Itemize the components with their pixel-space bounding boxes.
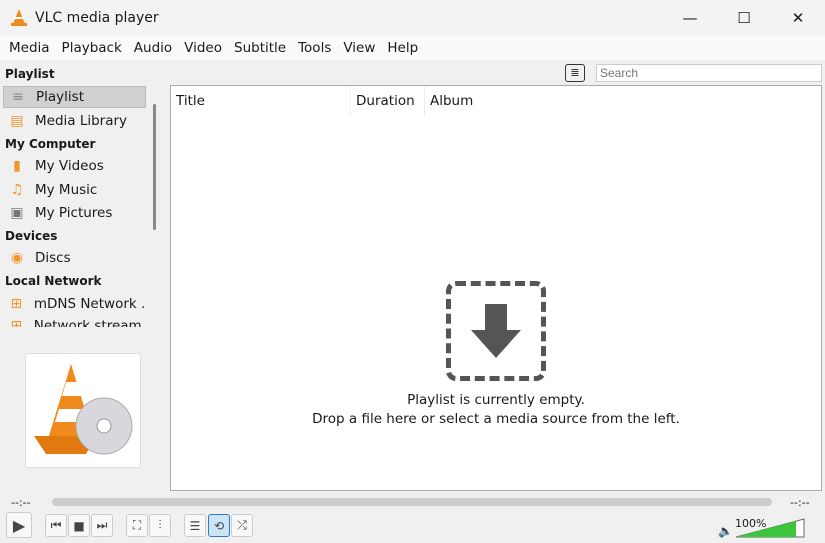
section-devices: Devices [5, 229, 57, 243]
column-duration[interactable]: Duration [351, 86, 425, 116]
sidebar-item-label: Network stream... [34, 318, 146, 327]
sidebar-scrollbar[interactable] [153, 104, 156, 230]
sidebar-clip: ⊞ Network stream... [0, 315, 150, 327]
section-my-computer: My Computer [5, 137, 95, 151]
album-art [25, 353, 141, 468]
sidebar-item-my-videos[interactable]: ▮ My Videos [3, 155, 146, 177]
vlc-logo-icon [11, 9, 27, 27]
volume-slider[interactable] [736, 518, 806, 538]
elapsed-time: --:-- [11, 496, 31, 509]
fullscreen-button[interactable]: ⛶ [126, 514, 148, 537]
seek-bar[interactable] [52, 498, 772, 506]
toggle-playlist-button[interactable]: ☰ [184, 514, 206, 537]
menu-video[interactable]: Video [178, 40, 228, 56]
drop-icon [446, 281, 546, 381]
sidebar-item-my-music[interactable]: ♫ My Music [3, 179, 146, 201]
stop-button[interactable]: ■ [68, 514, 90, 537]
music-icon: ♫ [8, 182, 26, 198]
title-bar: VLC media player — ☐ ✕ [0, 0, 825, 36]
shuffle-button[interactable]: ⤮ [231, 514, 253, 537]
video-icon: ▮ [8, 158, 26, 174]
maximize-button[interactable]: ☐ [717, 0, 771, 36]
sidebar-item-label: Discs [35, 250, 71, 266]
vlc-cone-disc-icon [26, 354, 142, 469]
media-library-icon: ▤ [8, 113, 26, 129]
extended-settings-button[interactable]: ⫶ [149, 514, 171, 537]
network-icon: ⊞ [8, 318, 25, 327]
sidebar-item-media-library[interactable]: ▤ Media Library [3, 110, 146, 132]
sidebar-item-label: Playlist [36, 89, 84, 105]
section-playlist: Playlist [5, 67, 55, 81]
play-button[interactable]: ▶ [6, 512, 32, 538]
sidebar-item-mdns[interactable]: ⊞ mDNS Network ... [3, 293, 146, 315]
sidebar-item-label: mDNS Network ... [34, 296, 146, 312]
sidebar-item-label: My Music [35, 182, 97, 198]
column-title[interactable]: Title [171, 86, 351, 116]
menu-tools[interactable]: Tools [292, 40, 337, 56]
previous-button[interactable]: ⏮ [45, 514, 67, 537]
loop-button[interactable]: ⟲ [208, 514, 230, 537]
minimize-button[interactable]: — [663, 0, 717, 36]
search-input[interactable] [596, 64, 822, 82]
next-button[interactable]: ⏭ [91, 514, 113, 537]
menu-view[interactable]: View [337, 40, 381, 56]
disc-icon: ◉ [8, 250, 26, 266]
empty-state: Playlist is currently empty. Drop a file… [171, 281, 821, 429]
sidebar-item-my-pictures[interactable]: ▣ My Pictures [3, 202, 146, 224]
speaker-icon[interactable]: 🔈 [718, 524, 733, 538]
playlist-view-button[interactable]: ≣ [565, 64, 585, 82]
sidebar-item-label: Media Library [35, 113, 127, 129]
sidebar-item-playlist[interactable]: ≡ Playlist [3, 86, 146, 108]
column-headers: Title Duration Album [171, 86, 821, 116]
section-local-network: Local Network [5, 274, 102, 288]
window-title: VLC media player [35, 10, 159, 26]
empty-title: Playlist is currently empty. [171, 391, 821, 410]
sidebar-item-label: My Videos [35, 158, 104, 174]
sidebar-item-discs[interactable]: ◉ Discs [3, 247, 146, 269]
picture-icon: ▣ [8, 205, 26, 221]
playlist-icon: ≡ [9, 89, 27, 105]
remaining-time: --:-- [790, 496, 810, 509]
network-icon: ⊞ [8, 296, 25, 312]
menu-subtitle[interactable]: Subtitle [228, 40, 292, 56]
empty-hint: Drop a file here or select a media sourc… [171, 410, 821, 429]
menu-help[interactable]: Help [381, 40, 424, 56]
playlist-panel[interactable]: Title Duration Album Playlist is current… [170, 85, 822, 491]
sidebar-item-network-stream[interactable]: ⊞ Network stream... [3, 315, 146, 327]
close-button[interactable]: ✕ [771, 0, 825, 36]
menu-media[interactable]: Media [3, 40, 56, 56]
sidebar-item-label: My Pictures [35, 205, 112, 221]
menu-bar: Media Playback Audio Video Subtitle Tool… [0, 36, 825, 60]
menu-audio[interactable]: Audio [128, 40, 178, 56]
column-album[interactable]: Album [425, 86, 821, 116]
menu-playback[interactable]: Playback [56, 40, 128, 56]
